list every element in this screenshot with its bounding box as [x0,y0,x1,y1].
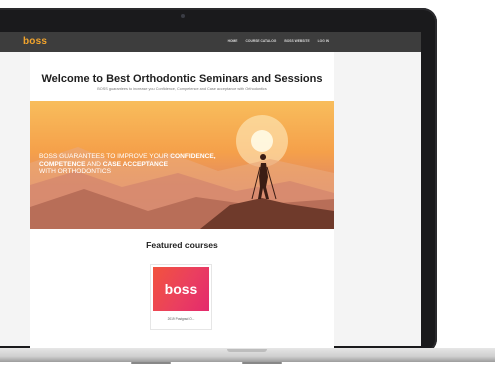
hero-line1-bold: CONFIDENCE, [170,153,216,160]
hero-line2-text: AND [85,160,103,168]
nav-boss-website[interactable]: BOSS WEBSITE [284,39,309,43]
hero-line2-bold1: COMPETENCE [39,160,86,168]
laptop-foot-right [242,362,282,364]
hero-line2-bold2: CASE ACCEPTANCE [102,160,168,168]
laptop-notch [227,349,267,352]
featured-heading: Featured courses [146,240,218,250]
laptop-foot-left [131,362,171,364]
nav-login[interactable]: LOG IN [318,39,329,43]
hero-banner: BOSS GUARANTEES TO IMPROVE YOUR CONFIDEN… [30,101,334,229]
page-title: Welcome to Best Orthodontic Seminars and… [41,73,323,85]
hero-line1-text: BOSS GUARANTEES TO IMPROVE YOUR [39,153,171,160]
nav-home[interactable]: HOME [228,39,238,43]
page-subtitle: BOSS guarantees to increase you Confiden… [97,87,267,91]
nav-menu: HOME COURSE CATALOG BOSS WEBSITE LOG IN [228,39,329,43]
camera-dot [181,14,185,18]
nav-course-catalog[interactable]: COURSE CATALOG [246,39,277,43]
course-card[interactable]: boss 2019 Postgrad O... [150,264,212,330]
site-logo[interactable]: boss [23,36,47,47]
hero-tagline: BOSS GUARANTEES TO IMPROVE YOUR CONFIDEN… [39,153,289,176]
course-thumbnail[interactable]: boss [153,267,209,311]
laptop-mockup: boss HOME COURSE CATALOG BOSS WEBSITE LO… [0,0,495,372]
course-thumb-logo: boss [164,281,198,297]
top-navbar: boss HOME COURSE CATALOG BOSS WEBSITE LO… [0,32,421,52]
course-title[interactable]: 2019 Postgrad O... [151,317,211,321]
hero-line3-text: WITH ORTHODONTICS [39,168,112,176]
